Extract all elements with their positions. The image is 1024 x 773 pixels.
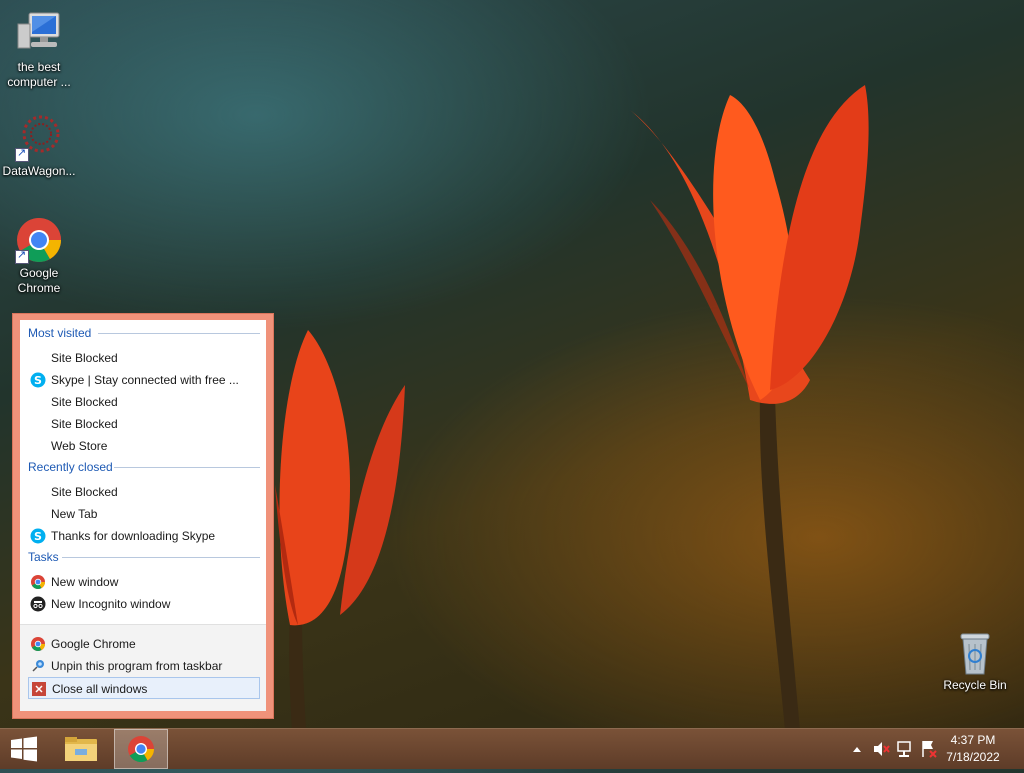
- tulip-small-image: [275, 330, 405, 730]
- svg-text:S: S: [34, 530, 42, 543]
- chrome-jump-list: Most visited Site Blocked S Skype | Stay…: [12, 313, 274, 719]
- taskbar: 4:37 PM 7/18/2022: [0, 728, 1024, 769]
- flag-alert-icon: [922, 741, 937, 758]
- jump-item-thanks-skype[interactable]: S Thanks for downloading Skype: [28, 525, 260, 547]
- jump-item-web-store[interactable]: Web Store: [28, 435, 260, 457]
- svg-text:S: S: [34, 374, 42, 387]
- unpin-icon: [32, 660, 44, 672]
- clock-date: 7/18/2022: [946, 750, 1000, 764]
- desktop-icon-chrome[interactable]: Google Chrome: [1, 216, 77, 296]
- jump-item-unpin[interactable]: Unpin this program from taskbar: [28, 655, 260, 677]
- section-tasks: Tasks: [28, 550, 260, 564]
- jump-item-label: New Incognito window: [51, 597, 171, 611]
- windows-logo-icon: [11, 736, 37, 762]
- jump-item-site-blocked-1[interactable]: Site Blocked: [28, 347, 260, 369]
- jump-list-footer: Google Chrome Unpin this program from ta…: [20, 624, 266, 711]
- desktop-icon-label: Recycle Bin: [943, 678, 1007, 692]
- desktop-icon-label: the best computer ...: [7, 60, 71, 89]
- chrome-icon: [31, 575, 45, 589]
- jump-item-google-chrome[interactable]: Google Chrome: [28, 633, 260, 655]
- volume-muted-icon: [874, 742, 890, 756]
- jump-item-label: Unpin this program from taskbar: [51, 659, 223, 673]
- section-header-label: Tasks: [28, 550, 59, 564]
- jump-item-new-incognito[interactable]: New Incognito window: [28, 593, 260, 615]
- desktop-icon-label: Google Chrome: [17, 266, 61, 295]
- incognito-icon: [30, 596, 46, 612]
- jump-item-recent-site-blocked[interactable]: Site Blocked: [28, 481, 260, 503]
- close-icon: [32, 682, 46, 696]
- folder-icon: [65, 737, 97, 761]
- desktop-icon-label: DataWagon...: [2, 164, 76, 178]
- jump-item-label: Web Store: [51, 439, 108, 453]
- network-button[interactable]: [894, 729, 916, 769]
- section-header-label: Most visited: [28, 326, 92, 340]
- taskbar-chrome-button[interactable]: [114, 729, 168, 769]
- jump-item-label: New Tab: [51, 507, 98, 521]
- section-most-visited: Most visited: [28, 326, 260, 340]
- jump-item-label: Skype | Stay connected with free ...: [51, 373, 239, 387]
- desktop-icon-computer[interactable]: the best computer ...: [1, 10, 77, 90]
- clock-time: 4:37 PM: [950, 733, 996, 747]
- computer-icon: [15, 10, 63, 58]
- network-icon: [897, 741, 911, 757]
- jump-item-label: Site Blocked: [51, 395, 118, 409]
- shortcut-arrow-icon: [15, 248, 29, 264]
- chrome-icon: [15, 216, 63, 264]
- jump-list-panel: Most visited Site Blocked S Skype | Stay…: [20, 320, 266, 711]
- section-header-label: Recently closed: [28, 460, 113, 474]
- show-hidden-icons-button[interactable]: [848, 729, 866, 769]
- chrome-icon: [128, 736, 155, 763]
- shortcut-arrow-icon: [15, 146, 29, 162]
- chevron-up-icon: [853, 747, 861, 752]
- jump-item-label: Site Blocked: [51, 351, 118, 365]
- jump-item-label: Site Blocked: [51, 485, 118, 499]
- desktop-icon-recycle-bin[interactable]: Recycle Bin: [937, 630, 1013, 693]
- taskbar-file-explorer[interactable]: [58, 729, 104, 769]
- jump-item-label: Site Blocked: [51, 417, 118, 431]
- recycle-bin-icon: [955, 630, 995, 676]
- tulip-large-image: [630, 85, 869, 730]
- action-center-button[interactable]: [918, 729, 940, 769]
- jump-item-site-blocked-2[interactable]: Site Blocked: [28, 391, 260, 413]
- jump-item-label: Thanks for downloading Skype: [51, 529, 216, 543]
- jump-item-new-tab[interactable]: New Tab: [28, 503, 260, 525]
- jump-item-site-blocked-3[interactable]: Site Blocked: [28, 413, 260, 435]
- skype-icon: S: [30, 528, 46, 544]
- volume-muted-button[interactable]: [870, 729, 892, 769]
- section-recently-closed: Recently closed: [28, 460, 260, 474]
- datawagon-icon: [15, 114, 63, 162]
- jump-item-label: Close all windows: [52, 682, 148, 696]
- chrome-icon: [31, 637, 45, 651]
- jump-item-label: Google Chrome: [51, 637, 136, 651]
- jump-item-skype[interactable]: S Skype | Stay connected with free ...: [28, 369, 260, 391]
- jump-item-label: New window: [51, 575, 119, 589]
- desktop-icon-datawagon[interactable]: DataWagon...: [1, 114, 77, 179]
- jump-item-close-all-windows[interactable]: Close all windows: [28, 677, 260, 699]
- skype-icon: S: [30, 372, 46, 388]
- start-button[interactable]: [0, 729, 48, 769]
- clock[interactable]: 4:37 PM 7/18/2022: [938, 732, 1008, 766]
- jump-item-new-window[interactable]: New window: [28, 571, 260, 593]
